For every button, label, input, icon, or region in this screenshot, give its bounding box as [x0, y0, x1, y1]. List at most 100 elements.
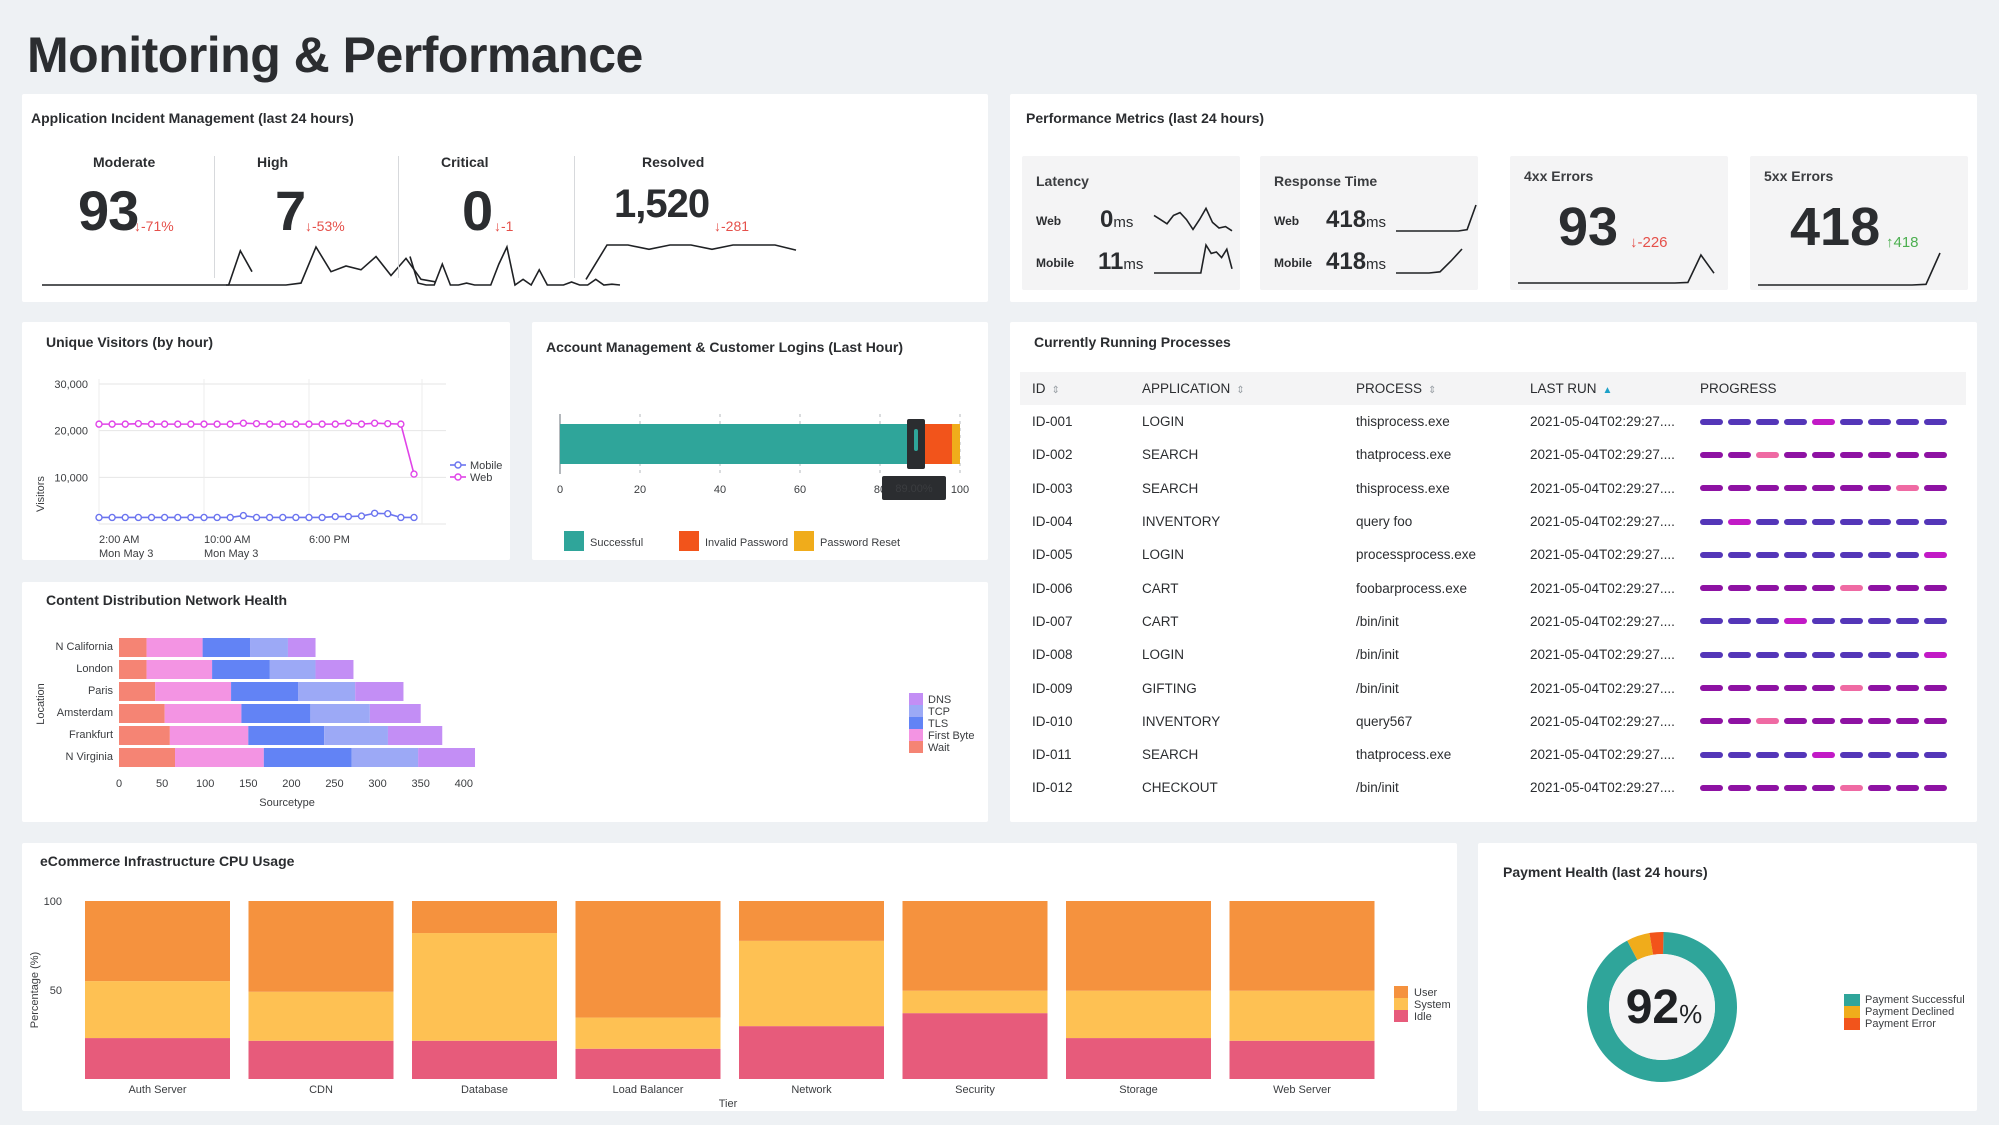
data-point-web[interactable] — [239, 419, 248, 427]
bar-segment-idle[interactable] — [248, 1040, 394, 1079]
payment-health-chart[interactable]: 92% Payment SuccessfulPayment DeclinedPay… — [1478, 843, 1977, 1111]
bar-segment-system[interactable] — [739, 940, 884, 1027]
table-row[interactable]: ID-006 CART foobarprocess.exe 2021-05-04T02… — [1020, 571, 1966, 604]
bar-segment-tls[interactable] — [202, 638, 251, 657]
data-point-web[interactable] — [397, 420, 405, 428]
tooltip-handle[interactable] — [914, 429, 918, 451]
bar-segment-tls[interactable] — [231, 682, 299, 701]
bar-segment-successful[interactable] — [560, 424, 916, 464]
table-row[interactable]: ID-001 LOGIN thisprocess.exe 2021-05-04T02:… — [1020, 405, 1966, 438]
table-row[interactable]: ID-003 SEARCH thisprocess.exe 2021-05-04T02… — [1020, 472, 1966, 505]
bar-segment-idle[interactable] — [1229, 1040, 1375, 1079]
bar-segment-user[interactable] — [575, 901, 721, 1018]
data-point-mobile[interactable] — [331, 512, 339, 521]
bar-segment-system[interactable] — [575, 1017, 721, 1049]
data-point-web[interactable] — [174, 420, 182, 428]
bar-segment-system[interactable] — [902, 990, 1048, 1014]
response-time-card[interactable]: Response Time Web 418ms Mobile 418ms — [1260, 156, 1478, 290]
bar-segment-system[interactable] — [1229, 990, 1375, 1041]
data-point-mobile[interactable] — [370, 509, 379, 517]
data-point-web[interactable] — [213, 420, 221, 428]
data-point-mobile[interactable] — [213, 513, 221, 522]
data-point-web[interactable] — [305, 420, 313, 428]
latency-card[interactable]: Latency Web 0ms Mobile 11ms — [1022, 156, 1240, 290]
data-point-mobile[interactable] — [226, 513, 234, 522]
column-header-application[interactable]: APPLICATION ⇕ — [1130, 372, 1344, 405]
bar-segment-tls[interactable] — [263, 748, 352, 767]
bar-segment-system[interactable] — [248, 991, 394, 1041]
data-point-mobile[interactable] — [305, 513, 313, 522]
bar-segment-user[interactable] — [248, 901, 394, 992]
bar-segment-idle[interactable] — [1066, 1038, 1211, 1079]
data-point-mobile[interactable] — [134, 513, 143, 522]
table-row[interactable]: ID-011 SEARCH thatprocess.exe 2021-05-04T02… — [1020, 738, 1966, 771]
data-point-mobile[interactable] — [318, 513, 326, 522]
bar-segment-first-byte[interactable] — [146, 660, 213, 679]
bar-segment-dns[interactable] — [369, 704, 421, 723]
bar-segment-wait[interactable] — [119, 682, 156, 701]
data-point-web[interactable] — [95, 420, 103, 428]
bar-segment-first-byte[interactable] — [164, 704, 242, 723]
data-point-mobile[interactable] — [187, 513, 195, 522]
bar-segment-password-reset[interactable] — [952, 424, 960, 464]
data-point-web[interactable] — [134, 419, 143, 428]
data-point-mobile[interactable] — [344, 512, 353, 521]
sort-icon[interactable]: ⇕ — [1428, 385, 1436, 396]
bar-segment-user[interactable] — [85, 901, 230, 982]
bar-segment-dns[interactable] — [355, 682, 404, 701]
data-point-mobile[interactable] — [397, 513, 405, 522]
data-point-web[interactable] — [344, 419, 353, 427]
bar-segment-dns[interactable] — [418, 748, 476, 767]
bar-segment-first-byte[interactable] — [169, 726, 249, 745]
bar-segment-tls[interactable] — [248, 726, 325, 745]
bar-segment-tcp[interactable] — [351, 748, 419, 767]
table-row[interactable]: ID-010 INVENTORY query567 2021-05-04T02:29:… — [1020, 705, 1966, 738]
data-point-web[interactable] — [410, 470, 418, 478]
bar-segment-idle[interactable] — [902, 1013, 1048, 1079]
bar-segment-first-byte[interactable] — [146, 638, 203, 657]
bar-segment-user[interactable] — [1229, 901, 1375, 991]
cpu-usage-chart[interactable]: 100 50 Percentage (%) Auth Server CDN Databas… — [22, 843, 1457, 1111]
table-row[interactable]: ID-009 GIFTING/bin/init 2021-05-04T02:29:2… — [1020, 671, 1966, 704]
sort-icon[interactable]: ⇕ — [1236, 385, 1244, 396]
column-header-id[interactable]: ID ⇕ — [1020, 372, 1130, 405]
bar-segment-idle[interactable] — [575, 1048, 721, 1079]
data-point-web[interactable] — [226, 420, 234, 428]
bar-segment-tcp[interactable] — [250, 638, 288, 657]
bar-segment-dns[interactable] — [315, 660, 354, 679]
data-point-mobile[interactable] — [265, 513, 274, 522]
data-point-web[interactable] — [357, 420, 366, 428]
data-point-mobile[interactable] — [357, 512, 366, 520]
data-point-web[interactable] — [331, 420, 339, 428]
sort-ascending-icon[interactable]: ▲ — [1603, 385, 1613, 396]
data-point-mobile[interactable] — [200, 513, 208, 522]
data-point-mobile[interactable] — [252, 513, 261, 522]
table-row[interactable]: ID-012 CHECKOUT/bin/init 2021-05-04T02:29:… — [1020, 771, 1966, 804]
bar-segment-system[interactable] — [1066, 990, 1211, 1039]
bar-segment-idle[interactable] — [85, 1038, 230, 1079]
data-point-web[interactable] — [108, 420, 116, 428]
table-row[interactable]: ID-002 SEARCH thatprocess.exe 2021-05-04T02… — [1020, 438, 1966, 471]
unique-visitors-chart[interactable]: 30,00020,00010,0002:00 AMMon May 3202110… — [22, 322, 510, 560]
data-point-web[interactable] — [318, 420, 326, 428]
data-point-web[interactable] — [384, 419, 392, 428]
bar-segment-wait[interactable] — [119, 748, 176, 767]
bar-segment-tcp[interactable] — [269, 660, 316, 679]
bar-segment-tcp[interactable] — [324, 726, 388, 745]
bar-segment-wait[interactable] — [119, 660, 147, 679]
bar-segment-system[interactable] — [85, 981, 230, 1039]
5xx-errors-card[interactable]: 5xx Errors 418 ↑418 — [1750, 156, 1968, 290]
bar-segment-tls[interactable] — [241, 704, 311, 723]
data-point-mobile[interactable] — [108, 513, 116, 522]
account-logins-chart[interactable]: 0 20 40 60 80 10089.00%Successful Invalid Pass… — [532, 322, 988, 560]
bar-segment-tcp[interactable] — [298, 682, 356, 701]
data-point-mobile[interactable] — [239, 511, 248, 520]
table-row[interactable]: ID-004 INVENTORY query foo 2021-05-04T02:29… — [1020, 505, 1966, 538]
data-point-web[interactable] — [121, 420, 129, 428]
bar-segment-first-byte[interactable] — [175, 748, 264, 767]
bar-segment-user[interactable] — [902, 901, 1048, 991]
bar-segment-wait[interactable] — [119, 638, 147, 657]
bar-segment-idle[interactable] — [739, 1026, 884, 1079]
data-point-web[interactable] — [160, 420, 169, 428]
column-header-process[interactable]: PROCESS ⇕ — [1344, 372, 1518, 405]
